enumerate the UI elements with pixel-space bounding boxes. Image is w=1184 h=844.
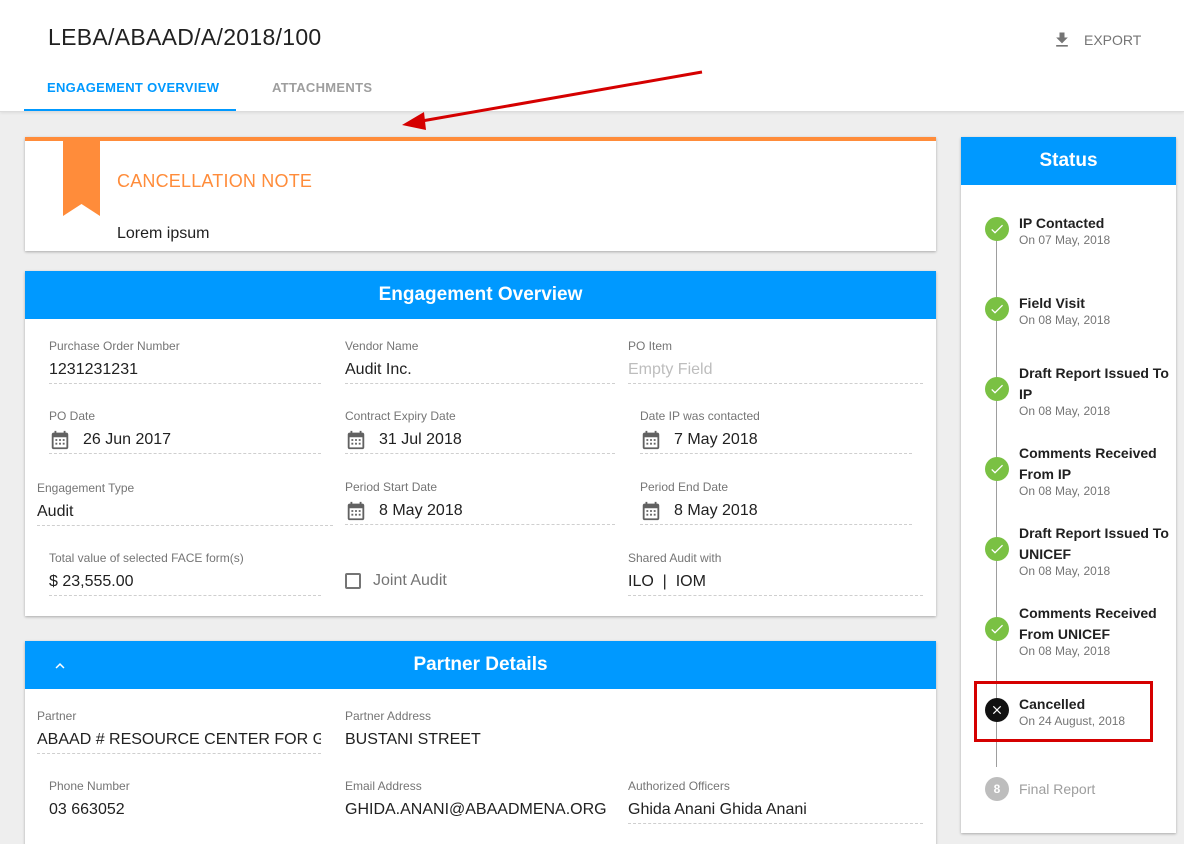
partner-value: ABAAD # RESOURCE CENTER FOR GENDER EQUAL… xyxy=(37,728,321,754)
date-ip-contacted-value: 7 May 2018 xyxy=(674,430,758,448)
cancellation-text: Lorem ipsum xyxy=(117,225,210,242)
contract-expiry-value: 31 Jul 2018 xyxy=(379,430,462,448)
engagement-type-field[interactable]: Engagement Type Audit xyxy=(37,481,333,526)
field-label: PO Item xyxy=(628,339,673,353)
calendar-icon xyxy=(347,501,365,520)
face-total-field[interactable]: Total value of selected FACE form(s) $ 2… xyxy=(49,551,321,596)
check-circle-icon xyxy=(985,377,1009,401)
step-title: IP Contacted xyxy=(1019,215,1105,231)
po-date-field[interactable]: PO Date 26 Jun 2017 xyxy=(49,409,321,454)
email-address-field[interactable]: Email Address GHIDA.ANANI@ABAADMENA.ORG xyxy=(345,779,615,824)
check-circle-icon xyxy=(985,617,1009,641)
step-title: Field Visit xyxy=(1019,295,1085,311)
po-date-value: 26 Jun 2017 xyxy=(83,430,172,448)
field-label: Period End Date xyxy=(640,480,729,494)
field-label: PO Date xyxy=(49,409,96,423)
vendor-name-field[interactable]: Vendor Name Audit Inc. xyxy=(345,339,615,384)
date-ip-contacted-field[interactable]: Date IP was contacted 7 May 2018 xyxy=(640,409,912,454)
step-date: On 08 May, 2018 xyxy=(1019,644,1111,658)
status-title: Status xyxy=(961,137,1176,185)
authorized-officers-value: Ghida Anani Ghida Anani xyxy=(628,798,923,824)
export-button[interactable]: EXPORT xyxy=(1052,30,1141,50)
partner-details-title: Partner Details xyxy=(25,641,936,689)
po-item-field[interactable]: PO Item Empty Field xyxy=(628,339,923,384)
bookmark-icon xyxy=(63,140,100,216)
chevron-up-icon[interactable] xyxy=(51,657,69,675)
po-item-placeholder: Empty Field xyxy=(628,358,923,384)
field-label: Authorized Officers xyxy=(628,779,730,793)
period-start-value: 8 May 2018 xyxy=(379,501,463,519)
export-label: EXPORT xyxy=(1084,32,1142,48)
step-date: On 08 May, 2018 xyxy=(1019,564,1111,578)
shared-audit-value: ILO | IOM xyxy=(628,570,923,596)
purchase-order-field[interactable]: Purchase Order Number 1231231231 xyxy=(49,339,321,384)
partner-address-field[interactable]: Partner Address BUSTANI STREET xyxy=(345,709,635,754)
period-end-value: 8 May 2018 xyxy=(674,501,758,519)
calendar-icon xyxy=(347,430,365,449)
period-start-field[interactable]: Period Start Date 8 May 2018 xyxy=(345,480,615,525)
tab-engagement-overview[interactable]: ENGAGEMENT OVERVIEW xyxy=(47,80,219,95)
annotation-highlight-box xyxy=(974,681,1153,742)
step-date: On 08 May, 2018 xyxy=(1019,484,1111,498)
field-label: Partner Address xyxy=(345,709,432,723)
download-icon xyxy=(1056,32,1068,47)
step-title: Draft Report Issued To IP xyxy=(1019,365,1169,402)
check-circle-icon xyxy=(985,457,1009,481)
purchase-order-value: 1231231231 xyxy=(49,358,321,384)
field-label: Contract Expiry Date xyxy=(345,409,456,423)
authorized-officers-field[interactable]: Authorized Officers Ghida Anani Ghida An… xyxy=(628,779,923,824)
field-label: Engagement Type xyxy=(37,481,135,495)
field-label: Partner xyxy=(37,709,77,723)
phone-number-value: 03 663052 xyxy=(49,801,125,818)
joint-audit-label: Joint Audit xyxy=(373,572,447,589)
field-label: Email Address xyxy=(345,779,422,793)
joint-audit-checkbox[interactable]: Joint Audit xyxy=(345,572,447,590)
shared-audit-field[interactable]: Shared Audit with ILO | IOM xyxy=(628,551,923,596)
field-label: Purchase Order Number xyxy=(49,339,180,353)
step-number-badge: 8 xyxy=(985,777,1009,801)
checkbox-icon xyxy=(345,573,361,589)
step-title: Comments Received From UNICEF xyxy=(1019,605,1157,642)
calendar-icon xyxy=(642,430,660,449)
field-label: Vendor Name xyxy=(345,339,419,353)
calendar-icon xyxy=(51,430,69,449)
cancellation-note-card: CANCELLATION NOTE Lorem ipsum xyxy=(25,137,936,251)
check-circle-icon xyxy=(985,217,1009,241)
step-date: On 08 May, 2018 xyxy=(1019,404,1111,418)
field-label: Date IP was contacted xyxy=(640,409,760,423)
field-label: Period Start Date xyxy=(345,480,438,494)
check-circle-icon xyxy=(985,297,1009,321)
face-total-value: $ 23,555.00 xyxy=(49,570,321,596)
partner-details-card: Partner Details Partner ABAAD # RESOURCE… xyxy=(25,641,936,844)
active-tab-indicator xyxy=(24,109,236,111)
step-title: Comments Received From IP xyxy=(1019,445,1157,482)
check-circle-icon xyxy=(985,537,1009,561)
page-title: LEBA/ABAAD/A/2018/100 xyxy=(48,24,322,50)
annotation-arrow-icon xyxy=(402,70,703,130)
vendor-name-value: Audit Inc. xyxy=(345,358,615,384)
phone-number-field[interactable]: Phone Number 03 663052 xyxy=(49,779,321,824)
partner-address-value: BUSTANI STREET xyxy=(345,731,481,748)
cancellation-title: CANCELLATION NOTE xyxy=(117,171,313,191)
tab-attachments[interactable]: ATTACHMENTS xyxy=(272,80,372,95)
field-label: Shared Audit with xyxy=(628,551,722,565)
engagement-overview-title: Engagement Overview xyxy=(25,271,936,319)
field-label: Total value of selected FACE form(s) xyxy=(49,551,244,565)
step-date: On 08 May, 2018 xyxy=(1019,313,1111,327)
step-title: Final Report xyxy=(1019,781,1096,797)
field-label: Phone Number xyxy=(49,779,130,793)
calendar-icon xyxy=(642,501,660,520)
step-date: On 07 May, 2018 xyxy=(1019,233,1111,247)
email-address-value: GHIDA.ANANI@ABAADMENA.ORG xyxy=(345,801,607,818)
period-end-field[interactable]: Period End Date 8 May 2018 xyxy=(640,480,912,525)
engagement-type-value: Audit xyxy=(37,500,333,526)
engagement-overview-card: Engagement Overview Purchase Order Numbe… xyxy=(25,271,936,616)
partner-field[interactable]: Partner ABAAD # RESOURCE CENTER FOR GEND… xyxy=(37,709,321,754)
step-title: Draft Report Issued To UNICEF xyxy=(1019,525,1169,562)
contract-expiry-field[interactable]: Contract Expiry Date 31 Jul 2018 xyxy=(345,409,615,454)
